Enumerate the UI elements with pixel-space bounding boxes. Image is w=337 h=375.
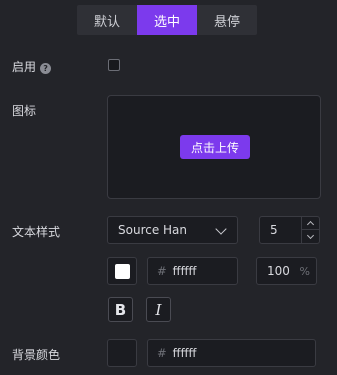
hash-symbol: # — [157, 346, 167, 360]
chevron-down-icon — [215, 223, 227, 235]
question-circle-icon[interactable]: ? — [40, 63, 52, 74]
background-color-value: ffffff — [172, 346, 197, 360]
enable-label-text: 启用 — [12, 60, 37, 74]
hash-symbol: # — [157, 264, 167, 278]
percent-unit: % — [299, 265, 310, 278]
enable-label: 启用? — [12, 58, 52, 75]
icon-upload-area[interactable]: 点击上传 — [107, 95, 321, 199]
stepper-buttons — [301, 217, 319, 243]
text-color-swatch[interactable] — [107, 257, 137, 285]
opacity-value: 100 — [267, 264, 290, 278]
font-select-value: Source Han — [118, 223, 188, 237]
text-color-preview — [115, 264, 130, 279]
text-style-label: 文本样式 — [12, 225, 61, 239]
upload-button[interactable]: 点击上传 — [180, 135, 250, 159]
text-color-input[interactable]: # ffffff — [147, 257, 238, 285]
font-size-value: 5 — [270, 223, 278, 237]
icon-label: 图标 — [12, 104, 37, 118]
background-color-input[interactable]: # ffffff — [147, 339, 316, 367]
italic-button[interactable]: I — [146, 297, 171, 322]
chevron-up-icon — [306, 220, 315, 229]
font-size-stepper[interactable]: 5 — [259, 216, 320, 244]
opacity-input[interactable]: 100 % — [256, 257, 317, 285]
decrement-button[interactable] — [302, 230, 319, 243]
state-tabs: 默认 选中 悬停 — [77, 5, 257, 35]
tab-default[interactable]: 默认 — [77, 5, 137, 35]
italic-icon: I — [155, 300, 162, 319]
font-select[interactable]: Source Han — [107, 216, 238, 244]
tab-selected[interactable]: 选中 — [137, 5, 197, 35]
tab-hover[interactable]: 悬停 — [197, 5, 257, 35]
enable-checkbox[interactable] — [108, 59, 120, 71]
increment-button[interactable] — [302, 217, 319, 230]
bold-icon: B — [114, 300, 127, 319]
bold-button[interactable]: B — [108, 297, 133, 322]
chevron-down-icon — [306, 231, 315, 239]
background-color-label: 背景颜色 — [12, 348, 61, 362]
text-color-value: ffffff — [172, 264, 197, 278]
background-color-swatch[interactable] — [107, 339, 137, 367]
